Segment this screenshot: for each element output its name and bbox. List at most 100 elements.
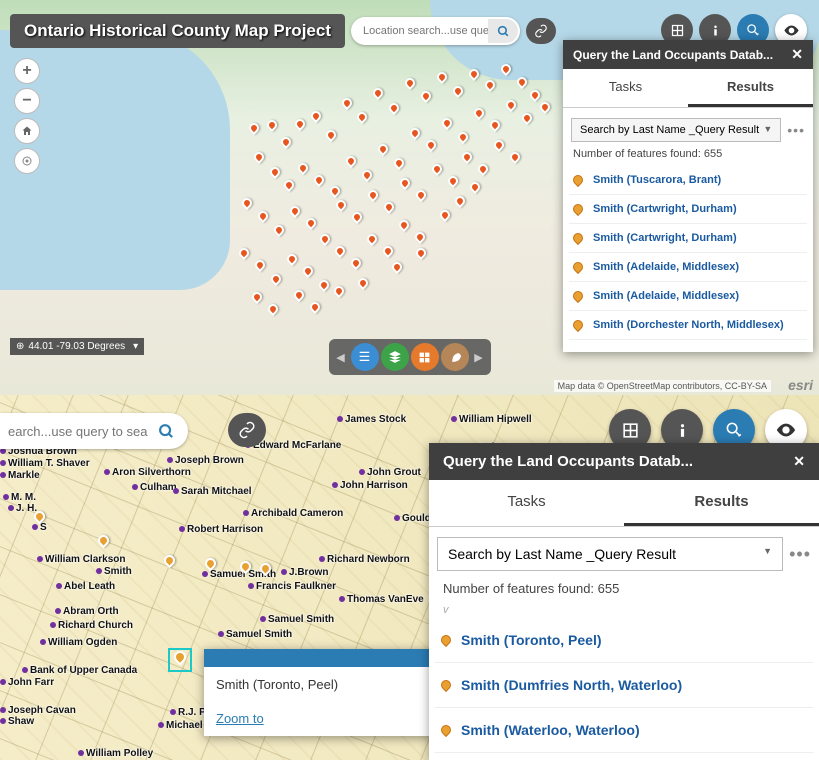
chevron-down-icon[interactable]: ▾ (133, 341, 138, 352)
map-marker[interactable] (247, 121, 261, 135)
result-item[interactable]: Smith (Dumfries North, Waterloo) (435, 663, 813, 708)
map-marker[interactable] (334, 198, 348, 212)
toolbar-next[interactable]: ▶ (471, 343, 487, 371)
map-marker[interactable] (414, 246, 428, 260)
map-marker[interactable] (435, 70, 449, 84)
map-marker[interactable] (430, 162, 444, 176)
map-marker[interactable] (309, 109, 323, 123)
map-marker[interactable] (250, 290, 264, 304)
map-marker[interactable] (390, 260, 404, 274)
map-marker[interactable] (350, 210, 364, 224)
map-marker[interactable] (340, 96, 354, 110)
map-marker[interactable] (460, 150, 474, 164)
map-marker[interactable] (438, 208, 452, 222)
legend-button[interactable]: ☰ (351, 343, 379, 371)
map-marker[interactable] (293, 117, 307, 131)
basemap-button[interactable] (411, 343, 439, 371)
search-button[interactable] (488, 19, 518, 43)
map-marker[interactable] (408, 126, 422, 140)
result-item[interactable]: Smith (Toronto, Peel) (435, 618, 813, 663)
close-icon[interactable]: ✕ (791, 46, 803, 63)
search-button[interactable] (148, 417, 184, 445)
map-marker[interactable] (268, 165, 282, 179)
search-input[interactable] (363, 25, 488, 37)
tab-tasks[interactable]: Tasks (563, 69, 688, 107)
query-select[interactable]: Search by Last Name _Query Result ▼ (571, 118, 781, 142)
result-list[interactable]: Smith (Tuscarora, Brant)Smith (Cartwrigh… (563, 166, 813, 352)
map-marker[interactable] (288, 204, 302, 218)
map-view-bottom[interactable]: Joshua BrownWilliam T. ShaverMarkleM. M.… (0, 395, 819, 760)
map-marker[interactable] (240, 196, 254, 210)
toolbar-prev[interactable]: ◀ (333, 343, 349, 371)
locate-button[interactable] (14, 148, 40, 174)
result-item[interactable]: Smith (Cartwright, Durham) (569, 195, 807, 224)
map-marker[interactable] (381, 244, 395, 258)
map-marker[interactable] (483, 78, 497, 92)
map-marker[interactable] (252, 150, 266, 164)
map-view-top[interactable]: Ontario Historical County Map Project + … (0, 0, 819, 395)
result-item[interactable]: Smith (Cartwright, Durham) (569, 224, 807, 253)
map-marker[interactable] (328, 184, 342, 198)
map-marker[interactable] (419, 89, 433, 103)
result-list[interactable]: Smith (Toronto, Peel)Smith (Dumfries Nor… (429, 618, 819, 760)
map-marker[interactable] (272, 223, 286, 237)
map-marker[interactable] (488, 118, 502, 132)
map-marker[interactable] (308, 300, 322, 314)
map-marker[interactable] (446, 174, 460, 188)
map-marker[interactable] (456, 130, 470, 144)
map-marker[interactable] (292, 288, 306, 302)
home-extent-button[interactable] (14, 118, 40, 144)
more-options-button[interactable]: ••• (789, 544, 811, 565)
map-marker[interactable] (492, 138, 506, 152)
query-select[interactable]: Search by Last Name _Query Result ▼ (437, 537, 783, 571)
map-marker[interactable] (382, 200, 396, 214)
map-marker[interactable] (451, 84, 465, 98)
more-options-button[interactable]: ••• (787, 122, 805, 138)
map-marker[interactable] (266, 302, 280, 316)
map-marker[interactable] (365, 232, 379, 246)
zoom-in-button[interactable]: + (14, 58, 40, 84)
bookmark-button[interactable] (441, 343, 469, 371)
map-marker[interactable] (333, 244, 347, 258)
result-item[interactable]: Smith (Adelaide, Middlesex) (569, 282, 807, 311)
map-marker[interactable] (317, 278, 331, 292)
map-marker[interactable] (285, 252, 299, 266)
map-marker[interactable] (301, 264, 315, 278)
map-marker[interactable] (282, 178, 296, 192)
map-marker[interactable] (304, 216, 318, 230)
share-link-button[interactable] (228, 413, 266, 447)
map-marker[interactable] (279, 135, 293, 149)
map-marker[interactable] (344, 154, 358, 168)
result-item[interactable]: Smith (Dorchester North, Middlesex) (569, 311, 807, 340)
map-marker[interactable] (253, 258, 267, 272)
map-marker[interactable] (520, 111, 534, 125)
tab-tasks[interactable]: Tasks (429, 480, 624, 526)
zoom-to-link[interactable]: Zoom to (216, 711, 264, 726)
map-marker[interactable] (413, 230, 427, 244)
tab-results[interactable]: Results (688, 69, 813, 107)
share-link-button[interactable] (526, 18, 556, 44)
close-icon[interactable]: ✕ (793, 453, 805, 470)
map-marker[interactable] (237, 246, 251, 260)
map-marker[interactable] (360, 168, 374, 182)
result-item[interactable]: Smith (Adelaide, Middlesex) (569, 253, 807, 282)
map-marker[interactable] (392, 156, 406, 170)
zoom-out-button[interactable]: − (14, 88, 40, 114)
map-marker[interactable] (349, 256, 363, 270)
map-marker[interactable] (318, 232, 332, 246)
map-marker[interactable] (476, 162, 490, 176)
map-marker[interactable] (538, 100, 552, 114)
map-marker[interactable] (453, 194, 467, 208)
result-item[interactable]: Smith (Waterloo, Waterloo) (435, 708, 813, 753)
map-marker[interactable] (508, 150, 522, 164)
map-marker[interactable] (424, 138, 438, 152)
map-marker[interactable] (256, 209, 270, 223)
map-marker[interactable] (387, 101, 401, 115)
search-input[interactable] (8, 424, 148, 439)
map-marker[interactable] (376, 142, 390, 156)
map-marker[interactable] (528, 88, 542, 102)
map-marker[interactable] (355, 110, 369, 124)
map-marker[interactable] (356, 276, 370, 290)
result-item[interactable]: Smith (Tuscarora, Brant) (569, 166, 807, 195)
map-marker[interactable] (265, 118, 279, 132)
